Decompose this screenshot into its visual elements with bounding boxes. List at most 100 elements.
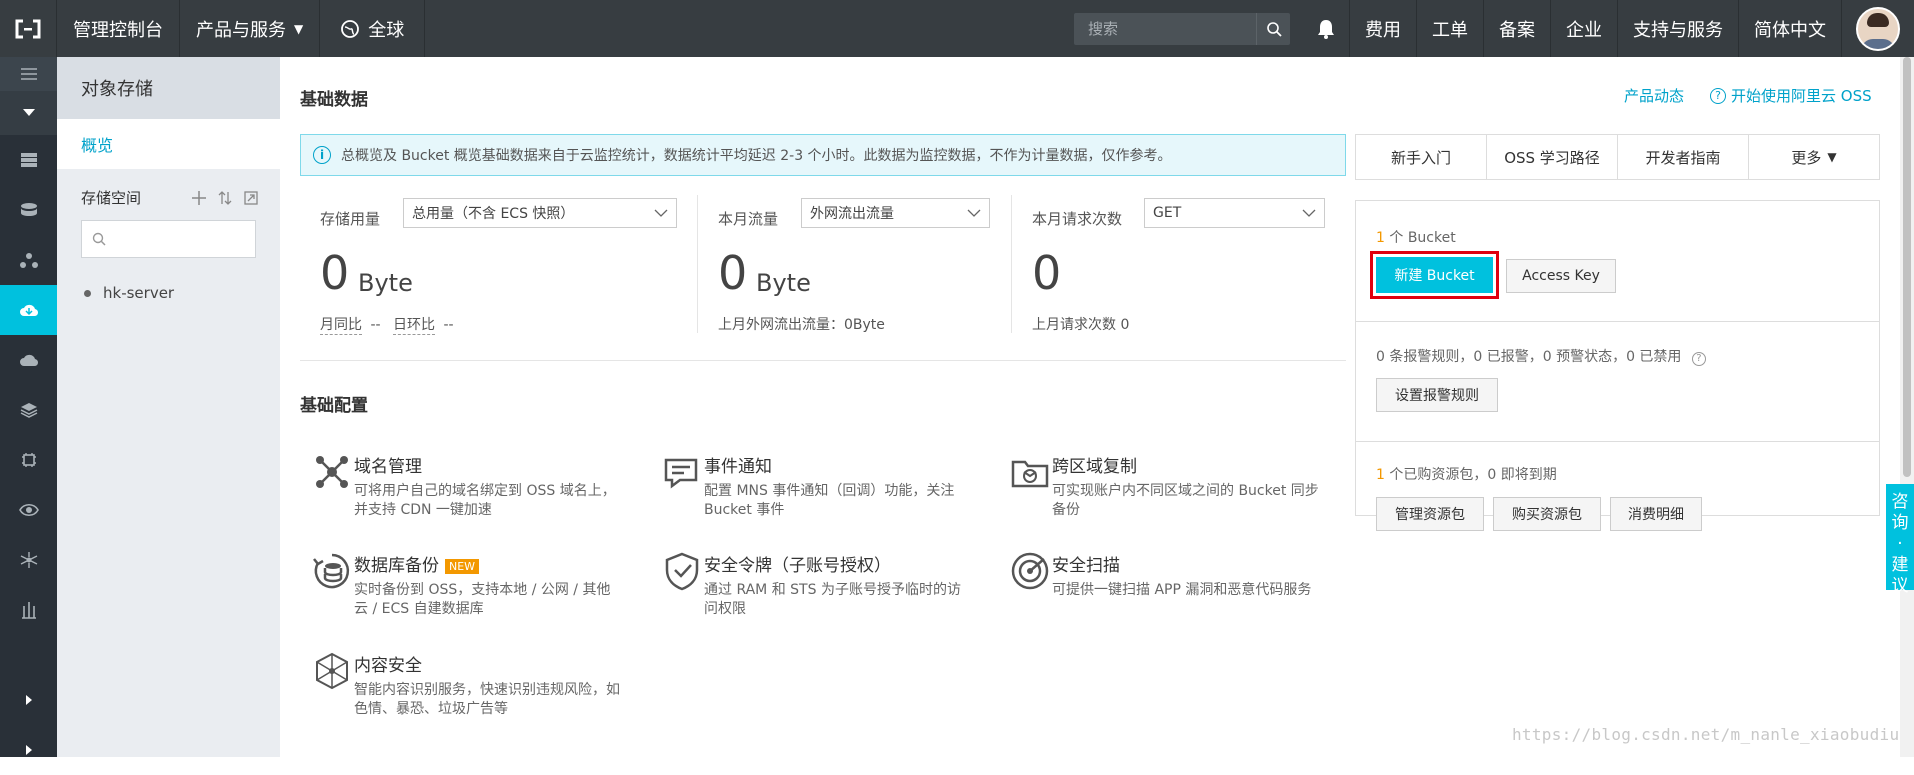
- getting-started-label: 开始使用阿里云 OSS: [1731, 87, 1872, 105]
- config-domain[interactable]: 域名管理 可将用户自己的域名绑定到 OSS 域名上，并支持 CDN 一键加速: [312, 452, 632, 532]
- avatar[interactable]: [1842, 0, 1914, 57]
- scrollbar-thumb[interactable]: [1903, 57, 1911, 477]
- billing-detail-button[interactable]: 消费明细: [1610, 497, 1702, 531]
- network-icon[interactable]: [0, 235, 57, 285]
- tab-more-label: 更多: [1791, 148, 1822, 167]
- storage-usage-select[interactable]: 总用量（不含 ECS 快照）: [403, 198, 677, 228]
- subnav-item-overview[interactable]: 概览: [57, 119, 280, 169]
- aliyun-logo-icon[interactable]: [0, 0, 57, 57]
- help-circle-icon[interactable]: ?: [1691, 351, 1706, 366]
- traffic-stat: 本月流量 外网流出流量 0 Byte 上月外网流出流量：0Byte: [718, 192, 1018, 337]
- alarm-text: 0 条报警规则，0 已报警，0 预警状态，0 已禁用 ?: [1376, 346, 1706, 366]
- enterprise-link[interactable]: 企业: [1551, 0, 1618, 57]
- feedback-float-button[interactable]: 咨 询 · 建 议: [1886, 484, 1914, 596]
- stat-value: 0: [1032, 246, 1062, 300]
- tab-getting-started[interactable]: 新手入门: [1356, 135, 1487, 179]
- getting-started-link[interactable]: ? 开始使用阿里云 OSS: [1710, 85, 1872, 106]
- summary-panel: 1 个 Bucket 新建 Bucket Access Key 0 条报警规则，…: [1355, 200, 1880, 531]
- product-news-link[interactable]: 产品动态: [1624, 85, 1684, 106]
- config-title: 内容安全: [354, 656, 422, 676]
- feedback-char: 议: [1891, 576, 1909, 596]
- add-icon[interactable]: [192, 190, 206, 205]
- divider: [1011, 195, 1012, 333]
- tab-more[interactable]: 更多 ▼: [1749, 135, 1879, 179]
- config-desc: 配置 MNS 事件通知（回调）功能，关注 Bucket 事件: [704, 483, 955, 518]
- notice-text: 总概览及 Bucket 概览基础数据来自于云监控统计，数据统计平均延迟 2-3 …: [341, 148, 1172, 164]
- set-alarm-button[interactable]: 设置报警规则: [1376, 378, 1498, 412]
- bucket-count-text: 1 个 Bucket: [1376, 227, 1456, 247]
- menu-toggle-icon[interactable]: [0, 57, 57, 91]
- search-input[interactable]: 搜索: [1074, 18, 1256, 39]
- requests-select[interactable]: GET: [1144, 198, 1325, 228]
- config-title: 事件通知: [704, 457, 772, 477]
- page-scrollbar[interactable]: [1900, 57, 1914, 757]
- buy-pack-button[interactable]: 购买资源包: [1493, 497, 1601, 531]
- access-key-button[interactable]: Access Key: [1506, 259, 1616, 293]
- stat-sub: 上月外网流出流量：0Byte: [718, 317, 885, 333]
- config-desc: 通过 RAM 和 STS 为子账号授予临时的访问权限: [704, 582, 961, 617]
- bell-icon[interactable]: [1302, 0, 1350, 57]
- config-desc: 可提供一键扫描 APP 漏洞和恶意代码服务: [1052, 582, 1312, 598]
- stat-unit: Byte: [756, 269, 811, 297]
- config-security-scan[interactable]: 安全扫描 可提供一键扫描 APP 漏洞和恶意代码服务: [1010, 551, 1330, 631]
- config-desc: 可将用户自己的域名绑定到 OSS 域名上，并支持 CDN 一键加速: [354, 483, 616, 518]
- feedback-char: 询: [1891, 513, 1909, 533]
- basic-data-heading: 基础数据: [300, 90, 368, 110]
- oss-cloud-icon[interactable]: [0, 285, 57, 335]
- manage-pack-button[interactable]: 管理资源包: [1376, 497, 1484, 531]
- sort-icon[interactable]: [218, 190, 232, 205]
- tab-learning-path[interactable]: OSS 学习路径: [1487, 135, 1618, 179]
- support-link[interactable]: 支持与服务: [1618, 0, 1739, 57]
- domain-icon: [316, 456, 348, 488]
- products-menu[interactable]: 产品与服务 ▼: [180, 0, 321, 57]
- feedback-char: 建: [1891, 555, 1909, 575]
- main-content: 基础数据 产品动态 ? 开始使用阿里云 OSS i 总概览及 Bucket 概览…: [280, 57, 1880, 757]
- ticket-link[interactable]: 工单: [1417, 0, 1484, 57]
- flow-icon[interactable]: [0, 585, 57, 635]
- top-links: 产品动态 ? 开始使用阿里云 OSS: [1624, 85, 1872, 106]
- config-replication[interactable]: 跨区域复制 可实现账户内不同区域之间的 Bucket 同步备份: [1010, 452, 1330, 532]
- config-security-token[interactable]: 安全令牌（子账号授权） 通过 RAM 和 STS 为子账号授予临时的访问权限: [662, 551, 982, 631]
- eye-icon[interactable]: [0, 485, 57, 535]
- feedback-char: ·: [1897, 534, 1903, 554]
- expand-right-icon[interactable]: [0, 675, 57, 725]
- search-icon[interactable]: [1256, 12, 1290, 45]
- collapse-caret-icon[interactable]: [0, 91, 57, 135]
- event-icon: [664, 458, 698, 489]
- console-link[interactable]: 管理控制台: [57, 0, 180, 57]
- layers-icon[interactable]: [0, 385, 57, 435]
- server-icon[interactable]: [0, 135, 57, 185]
- traffic-select[interactable]: 外网流出流量: [801, 198, 990, 228]
- stat-sub: 上月请求次数 0: [1032, 317, 1130, 333]
- requests-stat: 本月请求次数 GET 0 上月请求次数 0: [1032, 192, 1342, 337]
- pack-count: 1: [1376, 467, 1385, 483]
- region-selector[interactable]: 全球: [320, 0, 426, 57]
- search-box[interactable]: 搜索: [1074, 12, 1290, 45]
- database-icon[interactable]: [0, 185, 57, 235]
- billing-link[interactable]: 费用: [1350, 0, 1417, 57]
- config-event[interactable]: 事件通知 配置 MNS 事件通知（回调）功能，关注 Bucket 事件: [662, 452, 982, 532]
- oss-subnav: 对象存储 概览 存储空间 hk-server: [57, 57, 280, 757]
- language-selector[interactable]: 简体中文: [1739, 0, 1842, 57]
- config-db-backup[interactable]: 数据库备份 NEW 实时备份到 OSS，支持本地 / 公网 / 其他云 / ECS…: [312, 551, 632, 631]
- stat-sub: 月同比 -- 日环比 --: [320, 314, 454, 335]
- bucket-list-item[interactable]: hk-server: [57, 258, 280, 302]
- config-content-security[interactable]: 内容安全 智能内容识别服务，快速识别违规风险，如色情、暴恐、垃圾广告等: [312, 651, 632, 731]
- expand-icon[interactable]: [244, 190, 258, 205]
- cloud-upload-icon[interactable]: [0, 335, 57, 385]
- select-value: 总用量（不含 ECS 快照）: [412, 206, 575, 222]
- bucket-search-input[interactable]: [81, 220, 256, 258]
- expand-right-icon-2[interactable]: [0, 725, 57, 775]
- select-value: 外网流出流量: [810, 206, 894, 222]
- config-title: 跨区域复制: [1052, 457, 1137, 477]
- content-security-icon: [316, 652, 348, 690]
- stat-label: 本月请求次数: [1032, 210, 1123, 228]
- chip-icon[interactable]: [0, 435, 57, 485]
- tab-dev-guide[interactable]: 开发者指南: [1618, 135, 1749, 179]
- chevron-down-icon: [654, 209, 668, 217]
- icp-link[interactable]: 备案: [1484, 0, 1551, 57]
- user-avatar-image: [1856, 6, 1900, 51]
- section-divider: [300, 360, 1346, 361]
- bucket-name: hk-server: [103, 284, 175, 302]
- cluster-icon[interactable]: [0, 535, 57, 585]
